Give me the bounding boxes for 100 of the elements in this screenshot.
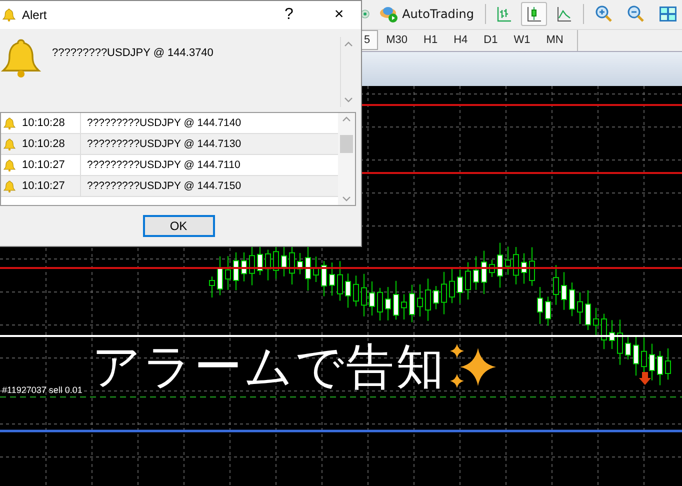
scroll-thumb[interactable] bbox=[340, 135, 353, 153]
zoom-out-icon bbox=[626, 5, 645, 24]
scroll-up-icon[interactable] bbox=[344, 41, 352, 47]
message-cell-text: ?????????USDJPY @ 144.7110 bbox=[86, 159, 240, 171]
line-chart-icon bbox=[556, 6, 572, 22]
candle bbox=[529, 246, 535, 286]
candle bbox=[385, 286, 391, 321]
candle bbox=[329, 262, 335, 296]
timeframe-button[interactable]: W1 bbox=[506, 30, 538, 50]
timeframe-button[interactable]: H4 bbox=[446, 30, 476, 50]
bar-chart-icon bbox=[496, 6, 512, 22]
candle bbox=[369, 280, 375, 316]
time-text: 10:10:28 bbox=[22, 117, 65, 129]
candle bbox=[241, 252, 247, 282]
candle bbox=[521, 252, 527, 284]
bell-icon bbox=[3, 158, 16, 172]
candle bbox=[265, 249, 271, 281]
candle bbox=[481, 250, 487, 295]
candle bbox=[601, 313, 607, 350]
candle bbox=[289, 244, 295, 285]
close-button[interactable]: × bbox=[317, 1, 361, 29]
candle bbox=[233, 252, 239, 291]
grid-icon bbox=[658, 6, 677, 22]
time-text: 10:10:27 bbox=[22, 180, 65, 192]
candle bbox=[433, 286, 439, 310]
timeframe-button[interactable]: H1 bbox=[416, 30, 446, 50]
candle bbox=[337, 260, 343, 302]
candle bbox=[513, 246, 519, 285]
alert-row[interactable]: 10:10:27 ?????????USDJPY @ 144.7110 bbox=[1, 155, 338, 176]
candle bbox=[545, 296, 551, 326]
candle bbox=[321, 260, 327, 297]
bell-icon bbox=[3, 116, 16, 130]
timeframe-button[interactable]: M30 bbox=[378, 30, 416, 50]
candle bbox=[425, 278, 431, 322]
candle bbox=[649, 343, 655, 381]
candle bbox=[313, 256, 319, 282]
candle bbox=[633, 335, 639, 376]
order-label: #11927037 sell 0.01 bbox=[2, 385, 82, 395]
candle bbox=[609, 320, 615, 350]
candle bbox=[553, 264, 559, 306]
help-button[interactable]: ? bbox=[267, 1, 311, 29]
candle bbox=[209, 276, 215, 298]
candle bbox=[473, 256, 479, 290]
candle bbox=[561, 272, 567, 310]
alert-row[interactable]: 10:10:28 ?????????USDJPY @ 144.7130 bbox=[1, 134, 338, 155]
candle bbox=[409, 284, 415, 323]
message-cell-text: ?????????USDJPY @ 144.7140 bbox=[86, 117, 242, 129]
candle bbox=[457, 268, 463, 304]
chart-mode-button[interactable] bbox=[521, 2, 548, 26]
time-text: 10:10:28 bbox=[22, 138, 65, 150]
candle bbox=[617, 319, 623, 366]
bell-icon bbox=[0, 37, 42, 79]
bell-icon bbox=[2, 8, 16, 22]
candle bbox=[569, 282, 575, 317]
candle bbox=[417, 284, 423, 317]
candle bbox=[361, 273, 367, 317]
window-title: Alert bbox=[22, 8, 48, 22]
alert-row[interactable]: 10:10:28 ?????????USDJPY @ 144.7140 bbox=[1, 113, 338, 134]
candle bbox=[537, 286, 543, 324]
bell-icon bbox=[3, 138, 16, 150]
ok-button[interactable]: OK bbox=[142, 215, 214, 237]
candle bbox=[345, 272, 351, 308]
candle bbox=[449, 267, 455, 304]
candle bbox=[657, 350, 663, 386]
zoom-in-icon bbox=[594, 5, 613, 24]
candle bbox=[625, 336, 631, 360]
candle bbox=[465, 262, 471, 300]
candle bbox=[225, 256, 231, 290]
timeframe-button[interactable]: MN bbox=[538, 30, 572, 50]
caption-text: アラームで告知 bbox=[92, 342, 446, 392]
message-cell-text: ?????????USDJPY @ 144.7150 bbox=[86, 180, 242, 192]
candle bbox=[593, 307, 599, 337]
candle bbox=[441, 271, 447, 315]
scroll-down-icon[interactable] bbox=[344, 97, 352, 103]
alert-message: ?????????USDJPY @ 144.3740 bbox=[52, 47, 214, 61]
candle bbox=[577, 292, 583, 325]
candle bbox=[393, 280, 399, 320]
candle bbox=[641, 336, 647, 375]
candle bbox=[353, 275, 359, 307]
autotrading-button[interactable]: AutoTrading bbox=[374, 2, 479, 26]
scroll-up-icon[interactable] bbox=[342, 116, 351, 122]
alert-row[interactable]: 10:10:27 ?????????USDJPY @ 144.7150 bbox=[1, 176, 338, 197]
candle bbox=[585, 290, 591, 331]
bell-icon bbox=[3, 180, 16, 192]
candle bbox=[665, 348, 671, 380]
candle bbox=[217, 256, 223, 296]
timeframe-button[interactable]: D1 bbox=[476, 30, 506, 50]
candlestick-icon bbox=[526, 6, 542, 22]
sell-arrow-icon bbox=[639, 372, 651, 385]
candle bbox=[297, 252, 303, 275]
candle bbox=[401, 294, 407, 320]
message-cell-text: ?????????USDJPY @ 144.7130 bbox=[86, 138, 242, 150]
scrollbar[interactable] bbox=[338, 113, 355, 205]
robot-hat-icon bbox=[379, 5, 400, 24]
candle bbox=[489, 259, 495, 278]
candle bbox=[505, 246, 511, 276]
time-text: 10:10:27 bbox=[22, 159, 65, 171]
candle bbox=[497, 242, 503, 288]
scroll-down-icon[interactable] bbox=[342, 196, 351, 202]
candle bbox=[377, 287, 383, 321]
